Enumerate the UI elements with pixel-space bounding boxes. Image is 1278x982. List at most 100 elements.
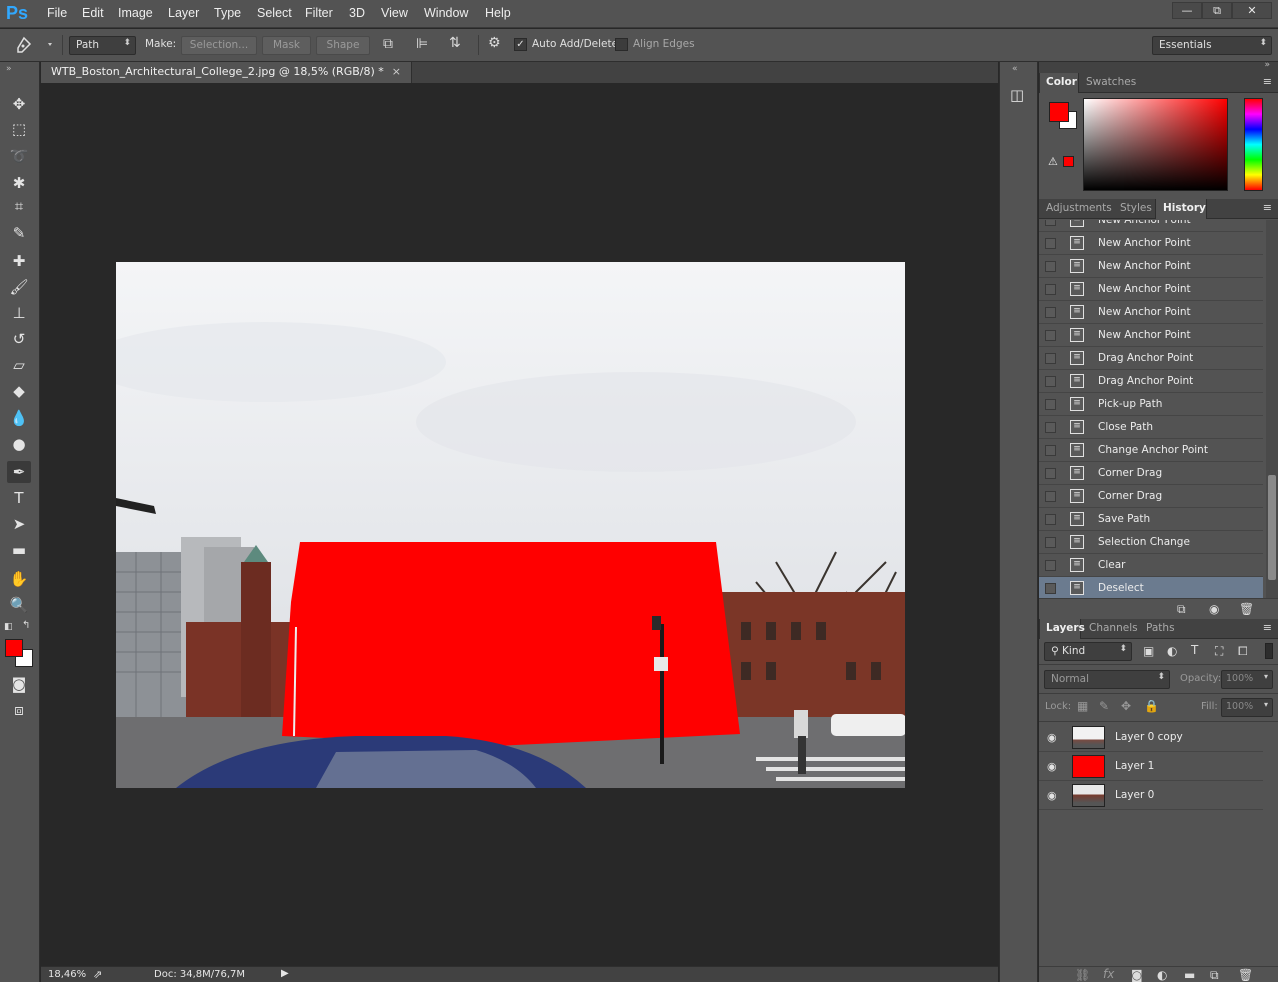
menu-layer[interactable]: Layer bbox=[168, 6, 199, 20]
menu-view[interactable]: View bbox=[381, 6, 408, 20]
make-selection-button[interactable]: Selection... bbox=[181, 36, 257, 55]
filter-type-icon[interactable]: T bbox=[1191, 643, 1198, 657]
eye-icon[interactable]: ◉ bbox=[1047, 789, 1057, 802]
snapshot-source-checkbox[interactable] bbox=[1045, 307, 1056, 318]
menu-filter[interactable]: Filter bbox=[305, 6, 333, 20]
filter-shape-icon[interactable]: ⛶ bbox=[1215, 644, 1223, 659]
history-state[interactable]: ≡ Drag Anchor Point bbox=[1039, 370, 1263, 393]
filter-smart-object-icon[interactable]: ⧠ bbox=[1238, 644, 1248, 659]
align-edges-checkbox[interactable] bbox=[615, 38, 628, 51]
panel-menu-icon[interactable]: ≡ bbox=[1263, 201, 1272, 214]
tab-styles[interactable]: Styles bbox=[1120, 202, 1152, 214]
opacity-field[interactable]: 100% ▾ bbox=[1221, 670, 1273, 689]
color-foreground-swatch[interactable] bbox=[1049, 102, 1069, 122]
fill-field[interactable]: 100% ▾ bbox=[1221, 698, 1273, 717]
filter-adjustment-icon[interactable]: ◐ bbox=[1167, 644, 1177, 658]
rectangle-tool-icon[interactable]: ▬ bbox=[7, 539, 31, 561]
make-mask-button[interactable]: Mask bbox=[262, 36, 311, 55]
history-state[interactable]: ≡ New Anchor Point bbox=[1039, 324, 1263, 347]
brush-tool-icon[interactable]: 🖌 bbox=[7, 276, 31, 298]
export-icon[interactable]: ⇗ bbox=[93, 968, 102, 981]
path-selection-tool-icon[interactable]: ➤ bbox=[7, 513, 31, 535]
filter-toggle[interactable] bbox=[1265, 643, 1273, 659]
minimize-button[interactable]: — bbox=[1172, 2, 1202, 19]
history-state[interactable]: ≡ Pick-up Path bbox=[1039, 393, 1263, 416]
path-arrangement-icon[interactable]: ⇅ bbox=[449, 35, 461, 51]
collapse-panels-icon[interactable]: » bbox=[1264, 60, 1270, 70]
layer-row[interactable]: ◉ Layer 0 copy bbox=[1039, 723, 1263, 752]
menu-3d[interactable]: 3D bbox=[349, 6, 365, 20]
trash-icon[interactable]: 🗑 bbox=[1239, 602, 1254, 616]
collapse-toolbar-icon[interactable]: » bbox=[6, 64, 12, 74]
history-state[interactable]: ≡ New Anchor Point bbox=[1039, 301, 1263, 324]
history-brush-tool-icon[interactable]: ↺ bbox=[7, 328, 31, 350]
eyedropper-tool-icon[interactable]: ✎ bbox=[7, 222, 31, 244]
marquee-tool-icon[interactable]: ⬚ bbox=[7, 118, 31, 140]
lock-all-icon[interactable]: 🔒 bbox=[1144, 699, 1159, 713]
snapshot-source-checkbox[interactable] bbox=[1045, 330, 1056, 341]
default-colors-icon[interactable]: ◧ bbox=[4, 622, 13, 632]
snapshot-source-checkbox[interactable] bbox=[1045, 583, 1056, 594]
snapshot-source-checkbox[interactable] bbox=[1045, 284, 1056, 295]
hue-slider[interactable] bbox=[1244, 98, 1263, 191]
screen-mode-icon[interactable]: ⧈ bbox=[7, 699, 31, 721]
zoom-tool-icon[interactable]: 🔍 bbox=[7, 594, 31, 616]
link-layers-icon[interactable]: ⛓ bbox=[1075, 968, 1090, 982]
zoom-level[interactable]: 18,46% bbox=[48, 969, 86, 980]
snapshot-source-checkbox[interactable] bbox=[1045, 514, 1056, 525]
history-state[interactable]: ≡ New Anchor Point bbox=[1039, 232, 1263, 255]
make-shape-button[interactable]: Shape bbox=[316, 36, 370, 55]
fx-icon[interactable]: fx bbox=[1103, 967, 1114, 981]
snapshot-source-checkbox[interactable] bbox=[1045, 238, 1056, 249]
snapshot-source-checkbox[interactable] bbox=[1045, 445, 1056, 456]
restore-button[interactable]: ⧉ bbox=[1202, 2, 1232, 19]
swap-colors-icon[interactable]: ↰ bbox=[22, 620, 30, 631]
clone-stamp-tool-icon[interactable]: ⊥ bbox=[7, 302, 31, 324]
tab-adjustments[interactable]: Adjustments bbox=[1046, 202, 1112, 214]
mode-select[interactable]: Path ⬍ bbox=[69, 36, 136, 55]
snapshot-source-checkbox[interactable] bbox=[1045, 422, 1056, 433]
history-state[interactable]: ≡ Deselect bbox=[1039, 577, 1263, 598]
document-canvas[interactable] bbox=[116, 262, 905, 788]
status-menu-arrow-icon[interactable]: ▶ bbox=[281, 968, 289, 979]
add-mask-icon[interactable]: ◙ bbox=[1131, 968, 1143, 982]
tab-history[interactable]: History bbox=[1163, 202, 1206, 214]
paint-bucket-tool-icon[interactable]: ◆ bbox=[7, 380, 31, 402]
new-group-icon[interactable]: ▬ bbox=[1184, 968, 1195, 982]
menu-edit[interactable]: Edit bbox=[82, 6, 104, 20]
healing-brush-tool-icon[interactable]: ✚ bbox=[7, 250, 31, 272]
eraser-tool-icon[interactable]: ▱ bbox=[7, 354, 31, 376]
history-state[interactable]: ≡ Save Path bbox=[1039, 508, 1263, 531]
close-tab-icon[interactable]: × bbox=[392, 65, 401, 78]
magic-wand-tool-icon[interactable]: ✱ bbox=[7, 172, 31, 194]
snapshot-source-checkbox[interactable] bbox=[1045, 537, 1056, 548]
pen-tool-icon[interactable]: ✒ bbox=[7, 461, 31, 483]
history-state[interactable]: ≡ Corner Drag bbox=[1039, 485, 1263, 508]
menu-select[interactable]: Select bbox=[257, 6, 292, 20]
lasso-tool-icon[interactable]: ➰ bbox=[7, 145, 31, 167]
history-scrollbar[interactable] bbox=[1266, 220, 1278, 598]
snapshot-source-checkbox[interactable] bbox=[1045, 560, 1056, 571]
tab-color[interactable]: Color bbox=[1046, 76, 1077, 88]
lock-transparent-icon[interactable]: ▦ bbox=[1077, 699, 1088, 713]
tool-preset-picker[interactable] bbox=[10, 34, 54, 56]
history-state[interactable]: ≡ Close Path bbox=[1039, 416, 1263, 439]
close-button[interactable]: ✕ bbox=[1232, 2, 1272, 19]
tab-swatches[interactable]: Swatches bbox=[1086, 76, 1136, 88]
camera-icon[interactable]: ◉ bbox=[1209, 602, 1219, 616]
snapshot-source-checkbox[interactable] bbox=[1045, 261, 1056, 272]
panel-menu-icon[interactable]: ≡ bbox=[1263, 621, 1272, 634]
history-state[interactable]: ≡ Change Anchor Point bbox=[1039, 439, 1263, 462]
color-field[interactable] bbox=[1083, 98, 1228, 191]
snapshot-source-checkbox[interactable] bbox=[1045, 220, 1056, 226]
snapshot-source-checkbox[interactable] bbox=[1045, 376, 1056, 387]
workspace-select[interactable]: Essentials ⬍ bbox=[1152, 36, 1272, 55]
snapshot-source-checkbox[interactable] bbox=[1045, 399, 1056, 410]
layer-row[interactable]: ◉ Layer 0 bbox=[1039, 781, 1263, 810]
eye-icon[interactable]: ◉ bbox=[1047, 760, 1057, 773]
snapshot-source-checkbox[interactable] bbox=[1045, 468, 1056, 479]
lock-image-icon[interactable]: ✎ bbox=[1099, 699, 1109, 713]
document-tab[interactable]: WTB_Boston_Architectural_College_2.jpg @… bbox=[41, 62, 412, 83]
auto-add-delete-checkbox[interactable]: ✓ bbox=[514, 38, 527, 51]
snapshot-source-checkbox[interactable] bbox=[1045, 353, 1056, 364]
